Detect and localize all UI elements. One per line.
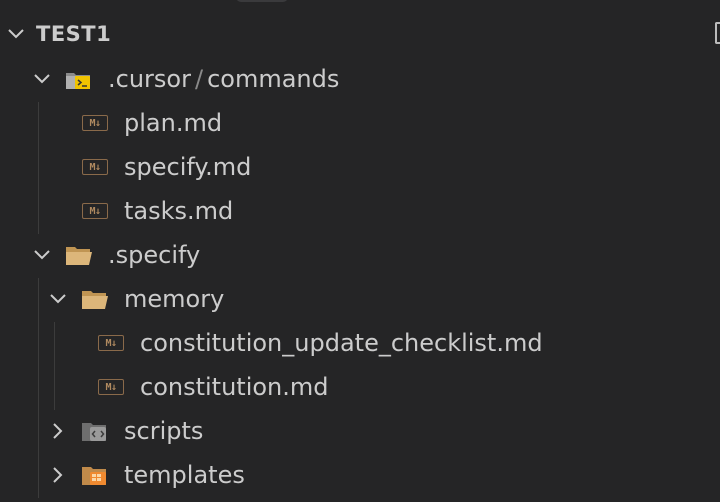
- tree-item-specify-md[interactable]: M↓ specify.md: [0, 145, 720, 189]
- scrollbar-hint[interactable]: [236, 0, 288, 2]
- chevron-down-icon[interactable]: [6, 24, 26, 44]
- tree-item-templates-folder[interactable]: templates: [0, 453, 720, 497]
- tree-item-label: specify.md: [124, 153, 252, 181]
- chevron-down-icon[interactable]: [32, 245, 52, 265]
- terminal-folder-icon: [64, 67, 94, 91]
- tree-item-specify-folder[interactable]: .specify: [0, 233, 720, 277]
- tree-item-label: tasks.md: [124, 197, 234, 225]
- markdown-icon: M↓: [80, 155, 110, 179]
- markdown-icon: M↓: [96, 375, 126, 399]
- tree-item-label: scripts: [124, 417, 204, 445]
- explorer-root[interactable]: TEST1: [0, 12, 720, 56]
- tree-item-scripts-folder[interactable]: scripts: [0, 409, 720, 453]
- chevron-down-icon[interactable]: [32, 69, 52, 89]
- chevron-down-icon[interactable]: [48, 289, 68, 309]
- markdown-icon: M↓: [96, 331, 126, 355]
- tree-item-constitution-update-checklist-md[interactable]: M↓ constitution_update_checklist.md: [0, 321, 720, 365]
- tree-item-label: constitution.md: [140, 373, 329, 401]
- tree-item-cursor-commands[interactable]: .cursor / commands: [0, 57, 720, 101]
- folder-open-icon: [64, 243, 94, 267]
- explorer-root-label: TEST1: [36, 22, 112, 46]
- tree-item-plan-md[interactable]: M↓ plan.md: [0, 101, 720, 145]
- tree-item-label: constitution_update_checklist.md: [140, 329, 543, 357]
- tree-item-label: plan.md: [124, 109, 223, 137]
- tree-item-label: .specify: [108, 241, 201, 269]
- tree-item-label: .cursor / commands: [108, 65, 340, 93]
- path-separator: /: [194, 65, 204, 93]
- markdown-icon: M↓: [80, 111, 110, 135]
- scripts-folder-icon: [80, 419, 110, 443]
- markdown-icon: M↓: [80, 199, 110, 223]
- tree-item-constitution-md[interactable]: M↓ constitution.md: [0, 365, 720, 409]
- tree-item-label: templates: [124, 461, 245, 489]
- tree-item-memory-folder[interactable]: memory: [0, 277, 720, 321]
- tree-item-tasks-md[interactable]: M↓ tasks.md: [0, 189, 720, 233]
- templates-folder-icon: [80, 463, 110, 487]
- chevron-right-icon[interactable]: [48, 421, 68, 441]
- chevron-right-icon[interactable]: [48, 465, 68, 485]
- tree-item-label: memory: [124, 285, 225, 313]
- folder-open-icon: [80, 287, 110, 311]
